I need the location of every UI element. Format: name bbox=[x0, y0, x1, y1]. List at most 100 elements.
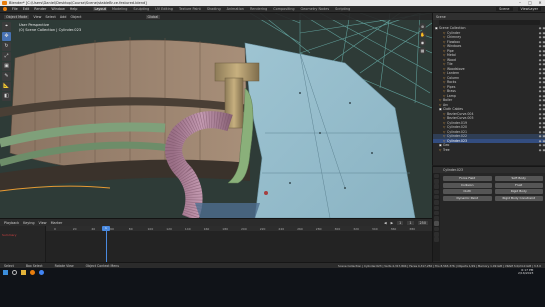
timeline-menu-view[interactable]: View bbox=[39, 221, 47, 225]
menu-file[interactable]: File bbox=[12, 7, 18, 11]
soft-body-button[interactable]: Soft Body bbox=[494, 176, 543, 181]
navigation-gizmo: ⊕ ✋ ◉ ▦ bbox=[419, 23, 426, 55]
outliner-header: Scene bbox=[433, 13, 545, 20]
properties-object-name: Cylinder.023 bbox=[443, 168, 464, 172]
current-frame-field[interactable]: 1 bbox=[397, 220, 404, 225]
end-frame-field[interactable]: 250 bbox=[417, 220, 428, 225]
tab-rendering[interactable]: Rendering bbox=[249, 7, 268, 11]
tab-geometry-nodes[interactable]: Geometry Nodes bbox=[300, 7, 331, 11]
timeline-menu-playback[interactable]: Playback bbox=[4, 221, 19, 225]
play-reverse-icon[interactable]: ◀ bbox=[384, 221, 387, 225]
scene-tab-icon[interactable] bbox=[434, 194, 439, 200]
frame-tick-label: 160 bbox=[203, 226, 210, 231]
rigid-body-button[interactable]: Rigid Body bbox=[494, 189, 543, 194]
camera-view-icon[interactable]: ◉ bbox=[419, 39, 426, 46]
dynamic-paint-button[interactable]: Dynamic Paint bbox=[443, 195, 492, 201]
timeline-menu-marker[interactable]: Marker bbox=[51, 221, 63, 225]
mode-selector[interactable]: Object Mode bbox=[4, 14, 30, 19]
timeline-menu-keying[interactable]: Keying bbox=[23, 221, 34, 225]
windows-start-icon[interactable] bbox=[3, 269, 8, 275]
frame-tick-label: 340 bbox=[371, 226, 378, 231]
viewport-scene-render[interactable] bbox=[0, 13, 432, 218]
render-tab-icon[interactable] bbox=[434, 179, 439, 184]
tab-uv-editing[interactable]: UV Editing bbox=[154, 7, 174, 11]
cursor-icon[interactable]: ⌖ bbox=[2, 22, 11, 31]
constraints-tab-icon[interactable] bbox=[434, 226, 439, 232]
menu-edit[interactable]: Edit bbox=[23, 7, 30, 11]
measure-icon[interactable]: 📐 bbox=[2, 82, 11, 91]
tab-texture-paint[interactable]: Texture Paint bbox=[178, 7, 202, 11]
cloth-button[interactable]: Cloth bbox=[443, 189, 492, 194]
active-object-label: (0) Scene Collection | Cylinder.023 bbox=[19, 28, 82, 32]
frame-tick-label: 280 bbox=[315, 226, 322, 231]
fluid-button[interactable]: Fluid bbox=[494, 182, 543, 188]
annotate-icon[interactable]: ✎ bbox=[2, 72, 11, 81]
scene-selector[interactable]: Scene bbox=[496, 7, 513, 11]
menu-help[interactable]: Help bbox=[70, 7, 78, 11]
frame-tick-label: 40 bbox=[91, 226, 96, 231]
pan-icon[interactable]: ✋ bbox=[419, 31, 426, 38]
tab-shading[interactable]: Shading bbox=[206, 7, 222, 11]
blender-menu-icon[interactable] bbox=[3, 7, 7, 11]
force-field-button[interactable]: Force Field bbox=[443, 176, 492, 181]
browser-icon[interactable] bbox=[39, 269, 44, 275]
viewport-menu-object[interactable]: Object bbox=[70, 15, 81, 19]
frame-tick-label: 200 bbox=[241, 226, 247, 231]
frame-tick-label: 60 bbox=[110, 226, 114, 231]
playhead-frame-label[interactable]: 1 bbox=[102, 226, 110, 231]
start-frame-field[interactable]: 1 bbox=[407, 220, 414, 225]
playhead[interactable] bbox=[106, 226, 107, 263]
play-icon[interactable]: ▶ bbox=[391, 221, 394, 225]
tab-scripting[interactable]: Scripting bbox=[334, 7, 351, 11]
zoom-icon[interactable]: ⊕ bbox=[419, 23, 426, 30]
viewport-menu-add[interactable]: Add bbox=[60, 15, 67, 19]
physics-tab-icon[interactable] bbox=[434, 221, 439, 226]
viewport-menu-select[interactable]: Select bbox=[45, 15, 55, 19]
data-tab-icon[interactable] bbox=[434, 232, 439, 237]
blender-logo-icon bbox=[2, 1, 7, 5]
outliner-search-input[interactable] bbox=[439, 20, 540, 25]
file-explorer-icon[interactable] bbox=[21, 269, 26, 275]
search-icon[interactable] bbox=[12, 269, 17, 275]
scale-icon[interactable]: ⤢ bbox=[2, 52, 11, 61]
view-layer-tab-icon[interactable] bbox=[434, 189, 439, 195]
frame-tick-label: 360 bbox=[390, 226, 397, 231]
viewport-menu-view[interactable]: View bbox=[33, 15, 41, 19]
tab-sculpting[interactable]: Sculpting bbox=[132, 7, 150, 11]
tab-animation[interactable]: Animation bbox=[226, 7, 245, 11]
menu-window[interactable]: Window bbox=[51, 7, 64, 11]
tool-tab-icon[interactable] bbox=[434, 173, 439, 179]
perspective-toggle-icon[interactable]: ▦ bbox=[419, 47, 426, 54]
menu-render[interactable]: Render bbox=[34, 7, 46, 11]
outliner-tree: ▣Scene Collection◉▣▽Cylinder◉▣▽Chimney◉▣… bbox=[433, 26, 545, 152]
outliner-title: Scene bbox=[436, 14, 446, 19]
tab-modeling[interactable]: Modeling bbox=[111, 7, 128, 11]
output-tab-icon[interactable] bbox=[434, 184, 439, 189]
3d-viewport[interactable]: Object Mode View Select Add Object Globa… bbox=[0, 13, 432, 218]
blender-taskbar-icon[interactable] bbox=[30, 269, 35, 275]
material-tab-icon[interactable] bbox=[434, 237, 439, 242]
timeline-editor[interactable]: Playback Keying View Marker ◀ ▶ 1 1 250 … bbox=[0, 218, 432, 263]
status-box-select: Box Select bbox=[25, 263, 43, 268]
add-cube-icon[interactable]: ◧ bbox=[2, 92, 11, 101]
outliner-panel: Scene ▣Scene Collection◉▣▽Cylinder◉▣▽Chi… bbox=[432, 13, 545, 165]
frame-tick-label: 80 bbox=[128, 226, 133, 231]
object-tab-icon[interactable] bbox=[434, 205, 439, 211]
frame-tick-label: 380 bbox=[409, 226, 416, 231]
transform-orientation-selector[interactable]: Global bbox=[145, 14, 161, 19]
transform-icon[interactable]: ▣ bbox=[2, 62, 11, 71]
rigid-body-constraint-button[interactable]: Rigid Body Constraint bbox=[494, 195, 543, 201]
tab-layout[interactable]: Layout bbox=[93, 7, 107, 11]
viewport-header: Object Mode View Select Add Object Globa… bbox=[0, 13, 432, 20]
world-tab-icon[interactable] bbox=[434, 200, 439, 205]
view-layer-selector[interactable]: ViewLayer bbox=[517, 7, 541, 11]
frame-tick-label: 260 bbox=[297, 226, 303, 231]
tab-compositing[interactable]: Compositing bbox=[272, 7, 295, 11]
timeline-channel-region: Summary bbox=[0, 226, 46, 263]
modifier-tab-icon[interactable] bbox=[434, 210, 439, 216]
move-icon[interactable]: ✥ bbox=[2, 32, 11, 41]
outliner-item[interactable]: ▽Tree◉▣ bbox=[433, 148, 545, 153]
particles-tab-icon[interactable] bbox=[434, 216, 439, 221]
collision-button[interactable]: Collision bbox=[443, 182, 492, 188]
rotate-icon[interactable]: ↻ bbox=[2, 42, 11, 51]
